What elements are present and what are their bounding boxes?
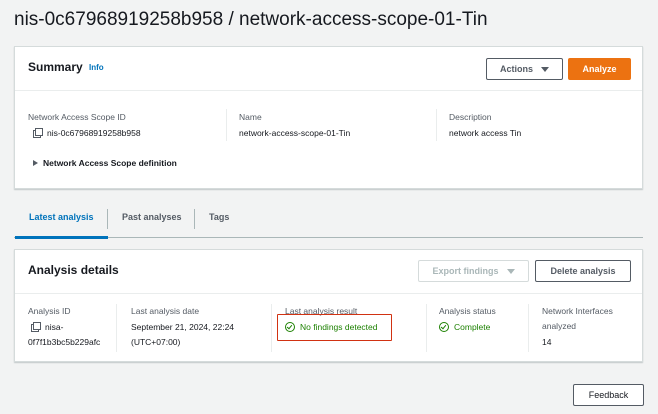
interfaces-label-line2: analyzed <box>542 321 577 331</box>
analysis-heading: Analysis details <box>28 263 119 277</box>
feedback-button[interactable]: Feedback <box>573 384 644 406</box>
analyze-button[interactable]: Analyze <box>568 58 631 80</box>
interfaces-label-line1: Network Interfaces <box>542 306 613 316</box>
tab-past-analyses[interactable]: Past analyses <box>122 212 182 222</box>
scope-definition-label: Network Access Scope definition <box>43 158 177 168</box>
field-divider <box>271 304 272 352</box>
page-title: nis-0c67968919258b958 / network-access-s… <box>14 9 488 30</box>
interfaces-value: 14 <box>542 337 552 347</box>
caret-down-icon <box>541 66 549 72</box>
copy-icon[interactable] <box>33 128 43 138</box>
analysis-status-text: Complete <box>454 322 491 332</box>
analysis-date-line1: September 21, 2024, 22:24 <box>131 322 235 332</box>
field-divider <box>528 304 529 352</box>
success-check-icon <box>439 322 449 332</box>
summary-panel: Summary Info Actions Analyze Network Acc… <box>14 46 643 189</box>
actions-label: Actions <box>499 64 533 74</box>
description-value: network access Tin <box>449 128 522 138</box>
name-value: network-access-scope-01-Tin <box>239 128 351 138</box>
export-findings-button[interactable]: Export findings <box>418 260 529 282</box>
tab-latest-analysis[interactable]: Latest analysis <box>29 212 94 222</box>
actions-button[interactable]: Actions <box>486 58 563 80</box>
analysis-date-label: Last analysis date <box>131 306 200 316</box>
export-findings-label: Export findings <box>432 266 499 276</box>
tab-divider <box>107 209 108 229</box>
tab-tags[interactable]: Tags <box>209 212 229 222</box>
analysis-details-panel: Analysis details Export findings Delete … <box>14 249 643 362</box>
scope-definition-expander[interactable]: Network Access Scope definition <box>33 158 177 168</box>
tab-divider <box>194 209 195 229</box>
field-divider <box>426 304 427 352</box>
analysis-id-line2: 0f7f1b3bc5b229afc <box>28 337 101 347</box>
field-divider <box>116 304 117 352</box>
expand-right-icon <box>33 160 38 166</box>
scope-id-value: nis-0c67968919258b958 <box>33 128 141 138</box>
copy-icon[interactable] <box>31 322 41 332</box>
analysis-id-line1: nisa- <box>45 322 64 332</box>
scope-id-text: nis-0c67968919258b958 <box>47 128 141 138</box>
analysis-status-value: Complete <box>439 322 490 332</box>
field-divider <box>436 109 437 141</box>
info-link[interactable]: Info <box>89 63 104 72</box>
field-divider <box>226 109 227 141</box>
description-label: Description <box>449 112 492 122</box>
scope-id-label: Network Access Scope ID <box>28 112 126 122</box>
analysis-id-label: Analysis ID <box>28 306 71 316</box>
analysis-status-label: Analysis status <box>439 306 496 316</box>
name-label: Name <box>239 112 262 122</box>
analysis-id-value: nisa- <box>31 322 63 332</box>
result-highlight-box <box>277 314 392 341</box>
analysis-header: Analysis details Export findings Delete … <box>15 250 642 294</box>
analysis-date-line2: (UTC+07:00) <box>131 337 181 347</box>
delete-analysis-button[interactable]: Delete analysis <box>535 260 631 282</box>
summary-heading: Summary <box>28 60 83 74</box>
summary-header: Summary Info Actions Analyze <box>15 47 642 91</box>
caret-down-icon <box>506 268 515 274</box>
analysis-tabs: Latest analysis Past analyses Tags <box>14 200 643 239</box>
active-tab-indicator <box>15 236 108 239</box>
